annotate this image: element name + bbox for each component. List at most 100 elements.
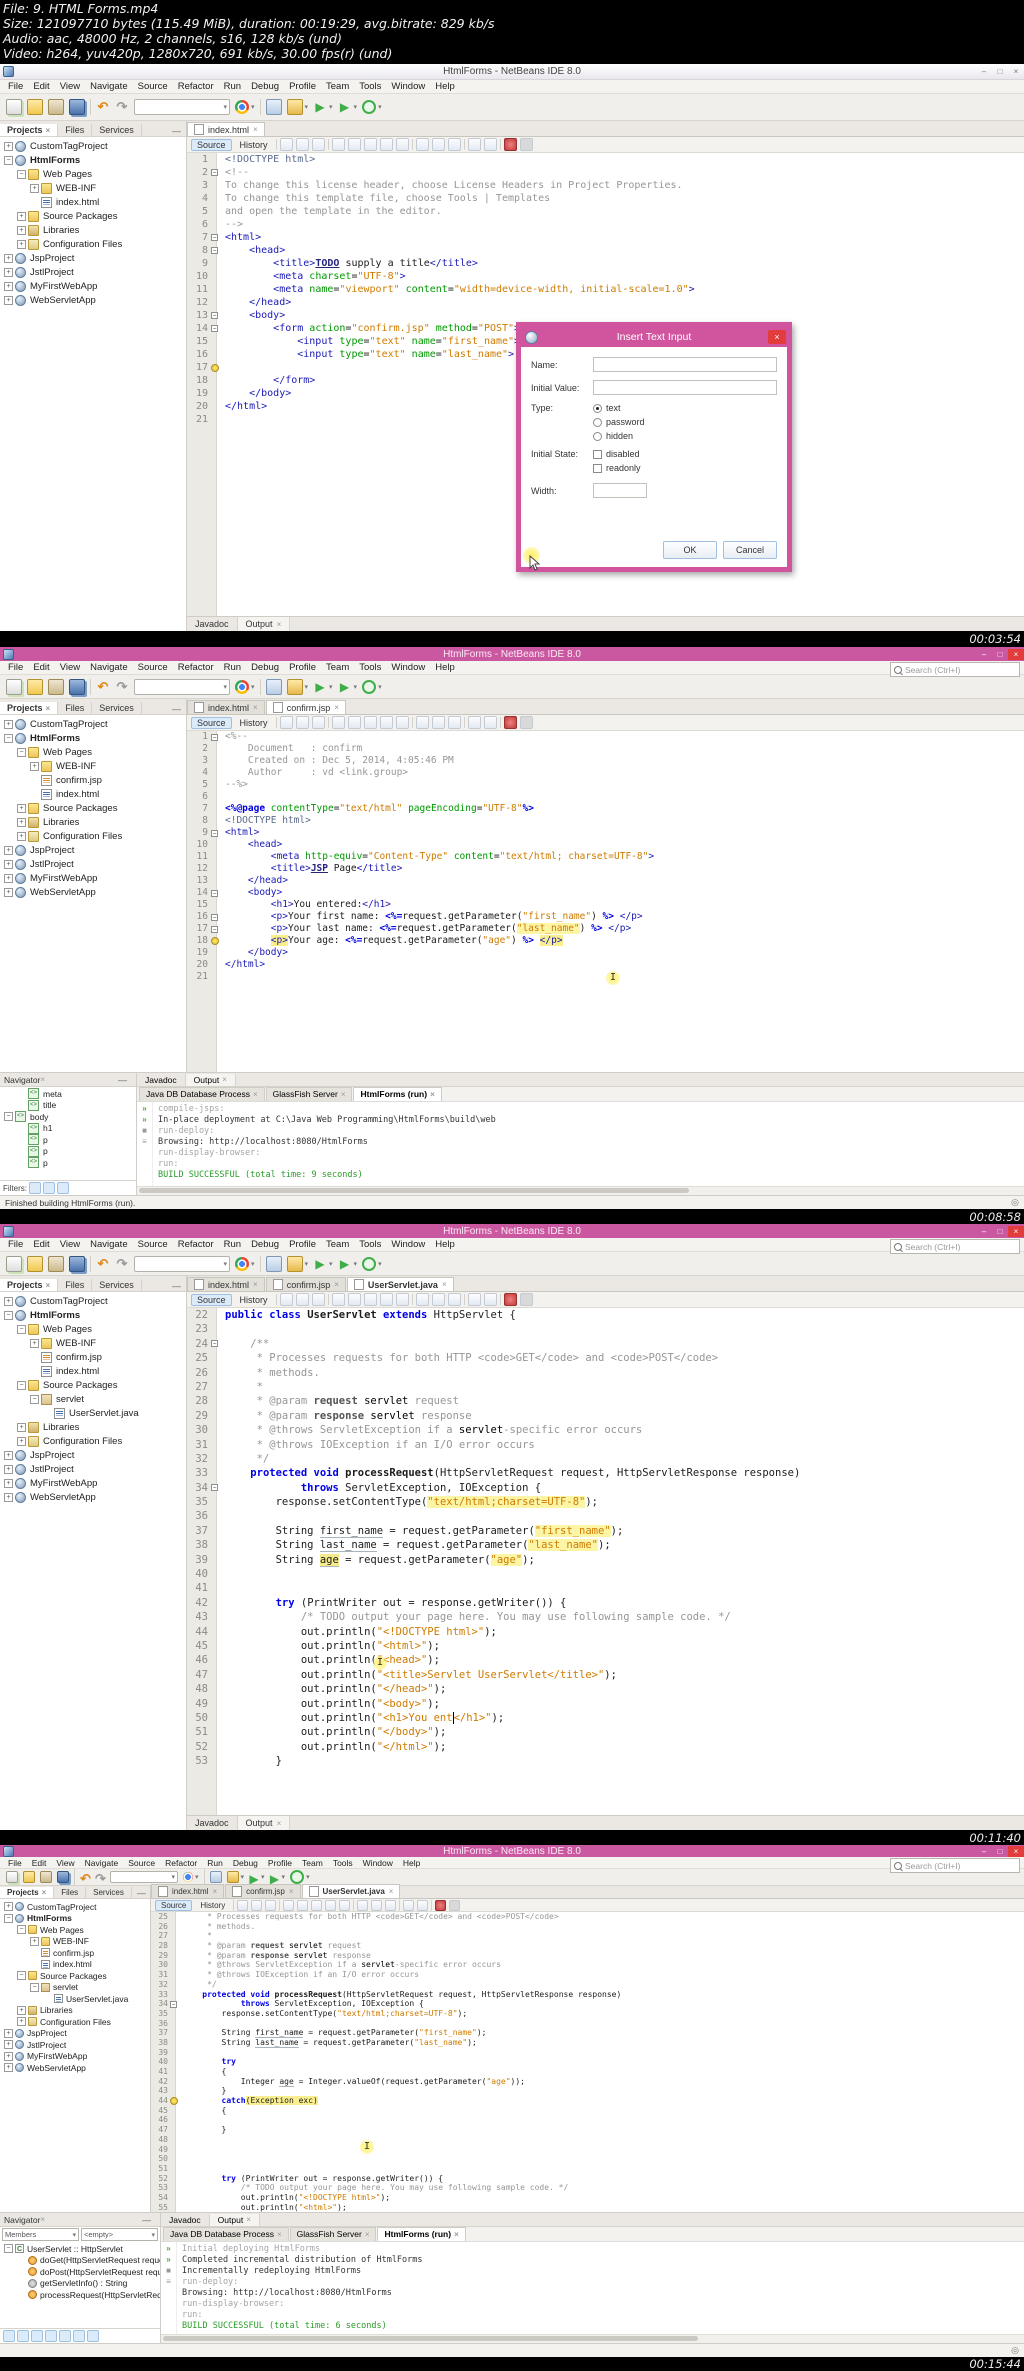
menu-help[interactable]: Help [430, 81, 460, 92]
tree-item-p[interactable]: p [0, 1134, 136, 1146]
close-button[interactable]: × [1008, 1225, 1024, 1237]
panel-tab-projects[interactable]: Projects × [0, 1279, 59, 1291]
menu-tools[interactable]: Tools [328, 1858, 358, 1868]
find-next-icon[interactable] [395, 138, 409, 151]
close-icon[interactable]: × [277, 2228, 282, 2241]
toggle-highlight-search-icon[interactable] [363, 716, 377, 729]
type-option-hidden[interactable]: hidden [593, 431, 645, 441]
collapse-icon[interactable]: − [4, 1913, 13, 1923]
deploy-icon[interactable] [265, 99, 282, 115]
menu-edit[interactable]: Edit [27, 1858, 52, 1868]
tree-item-web-inf[interactable]: + WEB-INF [0, 181, 186, 195]
deploy-icon[interactable] [209, 1871, 222, 1883]
last-edit-position-icon[interactable] [237, 1899, 249, 1911]
tree-item-customtagproject[interactable]: + CustomTagProject [0, 139, 186, 153]
editor-tab-confirm-jsp[interactable]: confirm.jsp × [225, 1884, 301, 1898]
menu-run[interactable]: Run [219, 81, 246, 92]
menu-run[interactable]: Run [202, 1858, 228, 1868]
code-fold-icon[interactable]: − [211, 312, 218, 319]
toggle-highlight-search-icon[interactable] [311, 1899, 323, 1911]
expand-icon[interactable]: + [4, 1478, 13, 1488]
source-view-button[interactable]: Source [191, 1293, 232, 1306]
code-line[interactable]: 49 [151, 2145, 1024, 2155]
run-project-icon[interactable]: ▶ [249, 1872, 259, 1886]
type-option-password[interactable]: password [593, 417, 645, 427]
tree-item-web-inf[interactable]: + WEB-INF [0, 1336, 186, 1350]
code-line[interactable]: 40 [187, 1567, 1024, 1581]
next-bookmark-icon[interactable] [431, 1293, 445, 1306]
redo-icon[interactable]: ↷ [115, 1256, 129, 1271]
find-previous-icon[interactable] [379, 716, 393, 729]
code-line[interactable]: 45 out.println("<html>"); [187, 1639, 1024, 1653]
run-project-icon[interactable]: ▶ [313, 100, 327, 114]
code-line[interactable]: 27 * [187, 1380, 1024, 1394]
tree-item-processrequest-httpservletrequest-reque[interactable]: processRequest(HttpServletRequest reque [0, 2289, 160, 2301]
browser-chrome-icon[interactable] [183, 1872, 193, 1882]
open-project-icon[interactable] [48, 99, 64, 115]
menu-edit[interactable]: Edit [28, 662, 54, 673]
expand-icon[interactable]: + [30, 1338, 39, 1348]
panel-tab-services[interactable]: Services [86, 1887, 132, 1898]
expand-icon[interactable]: + [17, 803, 26, 813]
code-line[interactable]: 50 out.println("<h1>You ent</h1>"); [187, 1711, 1024, 1725]
tree-item-configuration-files[interactable]: + Configuration Files [0, 1434, 186, 1448]
tree-item-body[interactable]: − body [0, 1111, 136, 1123]
collapse-icon[interactable]: − [17, 747, 26, 757]
minimize-button[interactable]: – [976, 1226, 992, 1237]
tree-item-confirm-jsp[interactable]: confirm.jsp [0, 773, 186, 787]
menu-source[interactable]: Source [133, 81, 173, 92]
navigator-combo-members[interactable]: Members ▾ [2, 2228, 79, 2241]
code-line[interactable]: 33 protected void processRequest(HttpSer… [187, 1466, 1024, 1480]
filter-button-icon[interactable] [87, 2330, 99, 2342]
tree-item-web-pages[interactable]: − Web Pages [0, 1322, 186, 1336]
code-fold-icon[interactable]: − [211, 925, 218, 933]
code-line[interactable]: 49 out.println("<body>"); [187, 1697, 1024, 1711]
code-line[interactable]: 39 [151, 2048, 1024, 2058]
close-icon[interactable]: × [46, 1281, 51, 1290]
tab-javadoc[interactable]: Javadoc [187, 617, 238, 631]
menu-file[interactable]: File [3, 662, 28, 673]
redo-icon[interactable]: ↷ [115, 679, 129, 694]
clean-build-icon[interactable] [286, 678, 303, 695]
forward-icon[interactable] [311, 138, 325, 151]
find-occurrences-icon[interactable] [347, 1293, 361, 1306]
minimize-panel-button[interactable]: — [113, 1075, 132, 1085]
collapse-icon[interactable]: − [30, 1394, 39, 1404]
next-bookmark-icon[interactable] [431, 716, 445, 729]
tab-output[interactable]: Output × [237, 1816, 291, 1830]
expand-icon[interactable]: + [4, 1492, 13, 1502]
clear-output-icon[interactable]: ≡ [142, 1138, 147, 1146]
undo-icon[interactable]: ↶ [80, 1872, 91, 1886]
close-icon[interactable]: × [212, 1887, 217, 1896]
code-line[interactable]: 42 try (PrintWriter out = response.getWr… [187, 1596, 1024, 1610]
menu-source[interactable]: Source [123, 1858, 160, 1868]
tree-item-doget-httpservletrequest-request-httpse[interactable]: doGet(HttpServletRequest request, HttpSe [0, 2255, 160, 2267]
close-icon[interactable]: × [430, 1088, 435, 1101]
close-icon[interactable]: × [42, 1888, 47, 1897]
profile-project-icon[interactable] [362, 100, 377, 114]
code-fold-icon[interactable]: − [211, 1484, 218, 1492]
code-line[interactable]: 28 * @param request servlet request [187, 1394, 1024, 1408]
code-line[interactable]: 40 try [151, 2057, 1024, 2067]
code-line[interactable]: 30 * @throws ServletException if a servl… [151, 1960, 1024, 1970]
code-line[interactable]: 27 * [151, 1931, 1024, 1941]
code-line[interactable]: 41 [187, 1581, 1024, 1595]
last-edit-position-icon[interactable] [279, 138, 293, 151]
code-line[interactable]: 47 out.println("<title>Servlet UserServl… [187, 1668, 1024, 1682]
expand-icon[interactable]: + [17, 1436, 26, 1446]
tree-item-userservlet-httpservlet[interactable]: − UserServlet :: HttpServlet [0, 2243, 160, 2255]
previous-bookmark-icon[interactable] [357, 1899, 369, 1911]
close-icon[interactable]: × [253, 125, 258, 134]
filter-button-icon[interactable] [73, 2330, 85, 2342]
code-line[interactable]: 38 String last_name = request.getParamet… [187, 1538, 1024, 1553]
source-view-button[interactable]: Source [155, 1899, 193, 1911]
code-line[interactable]: 41 { [151, 2067, 1024, 2077]
menu-file[interactable]: File [3, 1858, 27, 1868]
output-tab-java-db-database-process[interactable]: Java DB Database Process × [163, 2227, 289, 2241]
tree-item-confirm-jsp[interactable]: confirm.jsp [0, 1947, 150, 1959]
profile-project-icon[interactable] [290, 1870, 305, 1884]
collapse-icon[interactable]: − [17, 169, 26, 179]
close-icon[interactable]: × [277, 1819, 282, 1828]
find-occurrences-icon[interactable] [347, 138, 361, 151]
rerun-icon[interactable]: » [142, 1105, 146, 1113]
